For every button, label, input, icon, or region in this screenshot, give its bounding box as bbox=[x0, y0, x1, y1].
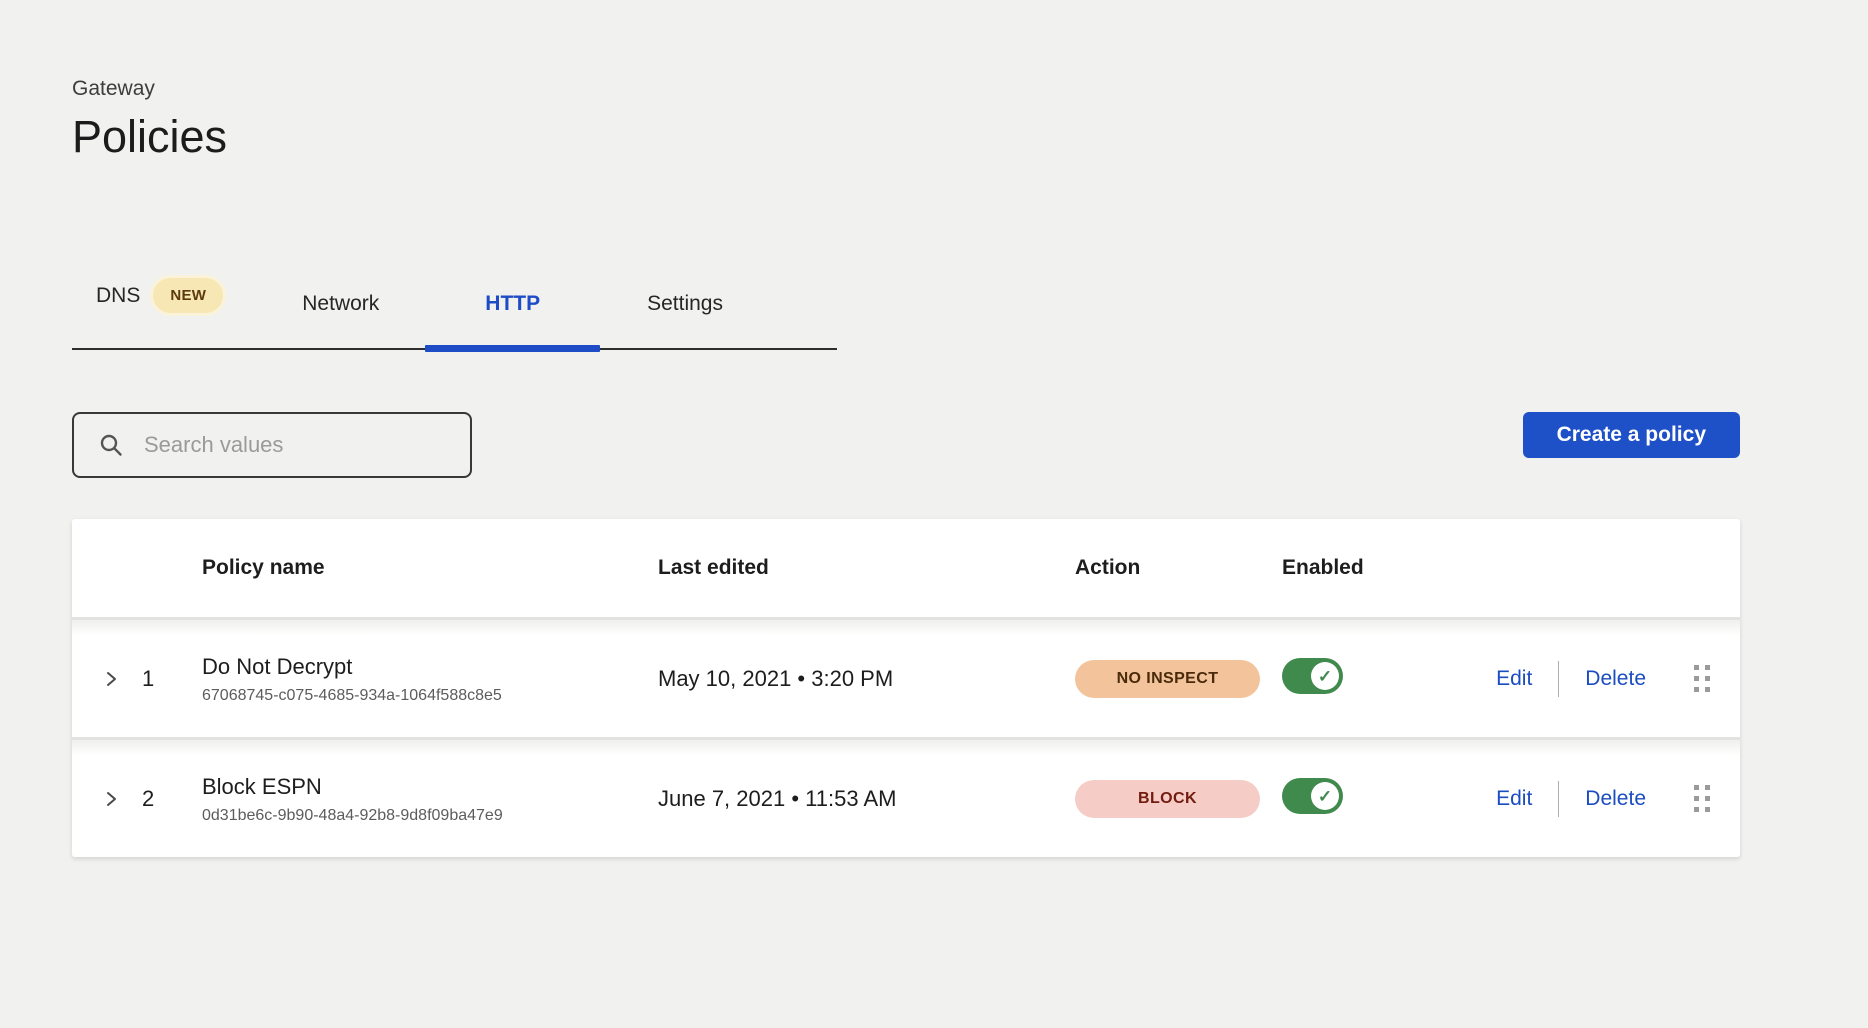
column-header-enabled: Enabled bbox=[1282, 556, 1472, 580]
tab-dns[interactable]: DNS NEW bbox=[96, 275, 226, 348]
tab-network[interactable]: Network bbox=[302, 292, 379, 348]
last-edited-value: June 7, 2021 • 11:53 AM bbox=[658, 786, 1075, 812]
enabled-cell: ✓ bbox=[1282, 778, 1472, 819]
enabled-toggle[interactable]: ✓ bbox=[1282, 778, 1343, 814]
new-badge: NEW bbox=[150, 275, 226, 316]
policy-name: Block ESPN bbox=[202, 774, 658, 800]
page-title: Policies bbox=[72, 111, 1868, 163]
delete-button[interactable]: Delete bbox=[1585, 787, 1646, 811]
policy-uuid: 67068745-c075-4685-934a-1064f588c8e5 bbox=[202, 688, 658, 704]
action-divider bbox=[1558, 781, 1559, 817]
expand-row-button[interactable] bbox=[72, 669, 142, 689]
check-icon: ✓ bbox=[1318, 668, 1332, 685]
action-divider bbox=[1558, 661, 1559, 697]
toggle-knob: ✓ bbox=[1311, 782, 1339, 810]
expand-row-button[interactable] bbox=[72, 789, 142, 809]
enabled-toggle[interactable]: ✓ bbox=[1282, 658, 1343, 694]
edit-button[interactable]: Edit bbox=[1496, 667, 1532, 691]
column-header-last-edited: Last edited bbox=[658, 556, 1075, 580]
row-priority-number: 1 bbox=[142, 666, 202, 692]
check-icon: ✓ bbox=[1318, 788, 1332, 805]
policies-table: Policy name Last edited Action Enabled 1… bbox=[72, 519, 1740, 857]
toolbar: Create a policy bbox=[72, 412, 1740, 478]
gateway-policies-page: Gateway Policies DNS NEW Network HTTP Se… bbox=[0, 0, 1868, 857]
delete-button[interactable]: Delete bbox=[1585, 667, 1646, 691]
search-icon bbox=[98, 432, 124, 458]
table-row: 2 Block ESPN 0d31be6c-9b90-48a4-92b8-9d8… bbox=[72, 737, 1740, 857]
tab-network-label: Network bbox=[302, 292, 379, 316]
tab-settings-label: Settings bbox=[647, 292, 723, 316]
edit-button[interactable]: Edit bbox=[1496, 787, 1532, 811]
last-edited-value: May 10, 2021 • 3:20 PM bbox=[658, 666, 1075, 692]
create-policy-button[interactable]: Create a policy bbox=[1523, 412, 1740, 458]
search-input[interactable] bbox=[142, 431, 452, 459]
table-header-row: Policy name Last edited Action Enabled bbox=[72, 519, 1740, 617]
column-header-policy-name: Policy name bbox=[202, 556, 658, 580]
breadcrumb: Gateway bbox=[72, 77, 1868, 101]
row-actions: Edit Delete bbox=[1472, 661, 1740, 697]
policy-uuid: 0d31be6c-9b90-48a4-92b8-9d8f09ba47e9 bbox=[202, 808, 658, 824]
row-actions: Edit Delete bbox=[1472, 781, 1740, 817]
chevron-right-icon bbox=[102, 670, 120, 688]
tab-http[interactable]: HTTP bbox=[425, 292, 600, 348]
action-badge: BLOCK bbox=[1075, 780, 1260, 818]
tab-http-label: HTTP bbox=[485, 292, 540, 316]
table-row: 1 Do Not Decrypt 67068745-c075-4685-934a… bbox=[72, 617, 1740, 737]
tab-settings[interactable]: Settings bbox=[647, 292, 723, 348]
drag-handle-icon[interactable] bbox=[1694, 665, 1710, 692]
policy-name-cell: Block ESPN 0d31be6c-9b90-48a4-92b8-9d8f0… bbox=[202, 774, 658, 824]
chevron-right-icon bbox=[102, 790, 120, 808]
policy-name: Do Not Decrypt bbox=[202, 654, 658, 680]
search-box[interactable] bbox=[72, 412, 472, 478]
drag-handle-icon[interactable] bbox=[1694, 785, 1710, 812]
tabs-bar: DNS NEW Network HTTP Settings bbox=[72, 275, 837, 350]
tab-dns-label: DNS bbox=[96, 284, 140, 308]
column-header-action: Action bbox=[1075, 556, 1282, 580]
enabled-cell: ✓ bbox=[1282, 658, 1472, 699]
policy-name-cell: Do Not Decrypt 67068745-c075-4685-934a-1… bbox=[202, 654, 658, 704]
toggle-knob: ✓ bbox=[1311, 662, 1339, 690]
action-badge: NO INSPECT bbox=[1075, 660, 1260, 698]
row-priority-number: 2 bbox=[142, 786, 202, 812]
